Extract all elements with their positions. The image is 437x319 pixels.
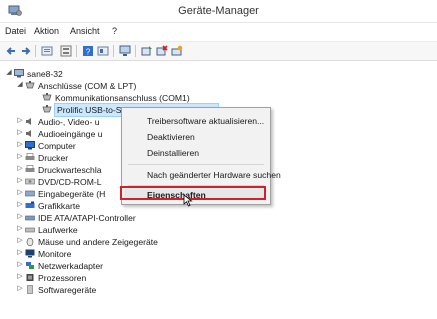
port-icon [42,93,52,101]
expand-icon[interactable]: ▷ [17,153,23,160]
speaker-icon [26,130,31,137]
toolbar: ? [0,41,437,61]
update-driver-icon[interactable] [141,45,153,57]
tree-item-label: IDE ATA/ATAPI-Controller [38,213,136,223]
menu-scan-hardware[interactable]: Nach geänderter Hardware suchen [147,170,281,180]
graphics-card-icon [25,201,35,208]
port-icon [25,81,35,89]
root-label: sane8-32 [27,69,63,79]
tree-item-label: Netzwerkadapter [38,261,103,271]
monitor-icon [25,141,35,150]
tree-item-label: Prozessoren [38,273,87,283]
highlight-box [120,186,266,200]
tree-item-label: Laufwerke [38,225,78,235]
menu-uninstall[interactable]: Deinstallieren [147,148,199,158]
toolbar-separator [135,45,136,57]
cursor-icon [183,194,193,207]
monitor-icon[interactable] [119,45,131,57]
toolbar-separator [76,45,77,57]
monitor-icon [25,249,35,258]
tree-item-label: Audioeingänge u [38,129,103,139]
window-title: Geräte-Manager [178,5,259,17]
expand-icon[interactable]: ▷ [17,189,23,196]
expand-icon[interactable]: ▷ [17,201,23,208]
hard-drive-icon [25,227,35,233]
printer-icon [25,165,35,172]
title-bar: Geräte-Manager [0,0,437,23]
uninstall-icon[interactable] [156,45,168,57]
network-icon [26,262,34,269]
software-device-icon [27,285,33,294]
menu-aktion[interactable]: Aktion [34,26,59,36]
printer-icon [25,153,35,160]
expand-icon[interactable]: ▷ [17,129,23,136]
back-arrow-icon[interactable] [5,45,17,57]
menu-disable[interactable]: Deaktivieren [147,132,195,142]
expand-icon[interactable]: ▷ [17,285,23,292]
tree-item-label: Mäuse und andere Zeigegeräte [38,237,158,247]
tree-item-label: DVD/CD-ROM-L [38,177,102,187]
expand-icon[interactable]: ▷ [17,237,23,244]
expand-icon[interactable]: ▷ [17,177,23,184]
tree-item-label: Monitore [38,249,72,259]
toolbar-separator [35,45,36,57]
speaker-icon [26,118,31,125]
expand-icon[interactable]: ▷ [17,261,23,268]
scan-hardware-icon[interactable] [171,45,183,57]
tree-item-label: Drucker [38,153,69,163]
keyboard-icon [25,190,35,197]
tree-item-label: Audio-, Video- u [38,117,100,127]
port-icon [42,105,52,113]
tree-item-label: Grafikkarte [38,201,81,211]
tree-item-label: Kommunikationsanschluss (COM1) [55,93,190,103]
svg-text:?: ? [86,48,91,57]
menu-separator [128,164,264,165]
menu-ansicht[interactable]: Ansicht [70,26,100,36]
expand-icon[interactable]: ▷ [17,141,23,148]
tree-item-label: Eingabegeräte (H [38,189,106,199]
expand-icon[interactable]: ▷ [17,213,23,220]
tree-item-label: Druckwarteschla [38,165,102,175]
help-icon[interactable]: ? [82,45,94,57]
tree-item-label: Anschlüsse (COM & LPT) [38,81,137,91]
computer-icon [14,69,24,78]
scan-icon[interactable] [97,45,109,57]
mouse-icon [26,237,34,246]
controller-icon [25,215,35,221]
forward-arrow-icon[interactable] [20,45,32,57]
properties-icon[interactable] [41,45,53,57]
menu-bar: Datei Aktion Ansicht ? [0,24,437,40]
menu-help[interactable]: ? [112,26,117,36]
tree-item-label: Computer [38,141,76,151]
expand-icon[interactable]: ▷ [17,249,23,256]
disc-drive-icon [25,178,35,185]
expand-icon[interactable]: ▷ [17,225,23,232]
view-icon[interactable] [60,45,72,57]
collapse-icon[interactable]: ◢ [6,69,12,76]
menu-datei[interactable]: Datei [5,26,26,36]
toolbar-separator [113,45,114,57]
processor-icon [26,274,34,281]
collapse-icon[interactable]: ◢ [17,81,23,88]
tree-item-label: Softwaregeräte [38,285,97,295]
expand-icon[interactable]: ▷ [17,117,23,124]
menu-update-driver[interactable]: Treibersoftware aktualisieren... [147,116,264,126]
expand-icon[interactable]: ▷ [17,273,23,280]
expand-icon[interactable]: ▷ [17,165,23,172]
